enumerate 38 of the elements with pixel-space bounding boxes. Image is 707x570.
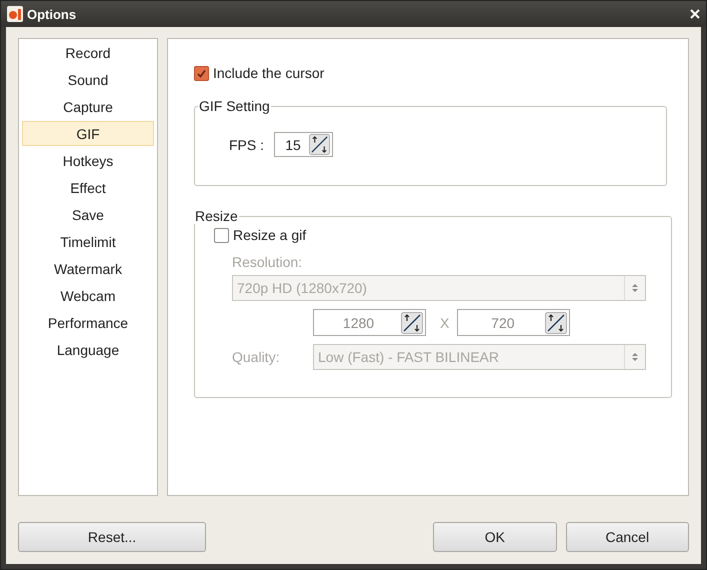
group-title: GIF Setting [198,98,271,114]
spin-value: 15 [284,136,302,152]
sidebar-item[interactable]: Timelimit [22,229,154,254]
ok-button[interactable]: OK [433,522,557,552]
checkbox-label[interactable]: Include the cursor [213,65,324,81]
field-label: Quality: [232,349,280,365]
sidebar-item[interactable]: Sound [22,67,154,92]
reset-button[interactable]: Reset... [18,522,206,552]
close-icon[interactable] [690,9,700,19]
dropdown-value: 720p HD (1280x720) [237,280,368,296]
cancel-button[interactable]: Cancel [566,522,689,552]
group-title: Resize [194,208,239,224]
spin-value: 720 [490,314,516,330]
sidebar-item[interactable]: Capture [22,94,154,119]
app-icon [7,6,23,22]
spin-arrows-icon[interactable] [545,312,568,334]
sidebar-item[interactable]: Webcam [22,283,154,308]
sidebar-item[interactable]: Save [22,202,154,227]
sidebar-item[interactable]: Hotkeys [22,148,154,173]
field-label: Resolution: [232,254,302,270]
field-label: FPS : [229,136,264,152]
spin-field[interactable]: 15 [274,132,334,157]
checkmark-icon [197,68,206,78]
spin-arrows-icon[interactable] [401,312,423,334]
dropdown-arrows-icon [631,282,639,294]
window-title: Options [27,6,78,22]
dropdown-arrows-icon [631,351,639,363]
sidebar-item[interactable]: Performance [22,310,154,335]
separator-label: X [440,314,450,330]
checkbox[interactable] [194,66,209,80]
sidebar-item[interactable]: Effect [22,175,154,200]
sidebar-item[interactable]: Watermark [22,256,154,281]
sidebar-item[interactable]: Record [22,40,154,65]
sidebar-item[interactable]: GIF [22,121,154,146]
spin-arrows-icon[interactable] [309,134,330,155]
spin-value: 1280 [342,314,376,330]
sidebar-item[interactable]: Language [22,337,154,362]
dropdown-value: Low (Fast) - FAST BILINEAR [318,349,500,365]
